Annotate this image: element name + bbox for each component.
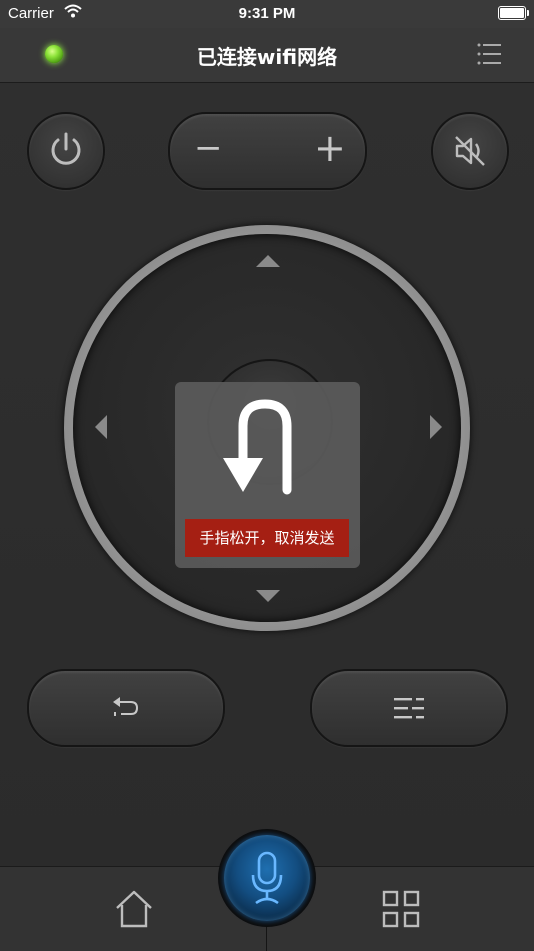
cancel-message: 手指松开，取消发送 <box>185 519 349 557</box>
page-title: 已连接wifi网络 <box>196 45 338 69</box>
header: 已连接wifi网络 <box>0 28 534 83</box>
voice-button[interactable] <box>218 829 316 927</box>
dpad-left-arrow[interactable] <box>93 414 109 440</box>
status-bar: Carrier 9:31 PM <box>0 0 534 28</box>
voice-cancel-overlay: 手指松开，取消发送 <box>175 382 360 568</box>
home-icon[interactable] <box>113 889 155 929</box>
mute-icon <box>455 136 485 166</box>
microphone-icon <box>251 851 283 905</box>
dpad-down-arrow[interactable] <box>255 588 281 604</box>
power-icon <box>51 132 81 165</box>
menu-icon <box>394 698 424 719</box>
cancel-u-turn-icon <box>223 399 292 495</box>
dpad-right-arrow[interactable] <box>428 414 444 440</box>
apps-grid-icon[interactable] <box>382 890 420 928</box>
power-button[interactable] <box>27 112 105 190</box>
mute-button[interactable] <box>431 112 509 190</box>
menu-list-icon[interactable] <box>476 42 502 66</box>
menu-button[interactable] <box>310 669 508 747</box>
clock: 9:31 PM <box>238 5 296 22</box>
back-icon <box>113 697 139 716</box>
volume-up-button[interactable]: + <box>314 126 346 170</box>
volume-control[interactable]: − + <box>168 112 367 190</box>
volume-down-button[interactable]: − <box>194 128 223 168</box>
back-button[interactable] <box>27 669 225 747</box>
voice-button-core <box>224 835 310 921</box>
battery-icon <box>498 6 529 20</box>
dpad-up-arrow[interactable] <box>255 253 281 269</box>
